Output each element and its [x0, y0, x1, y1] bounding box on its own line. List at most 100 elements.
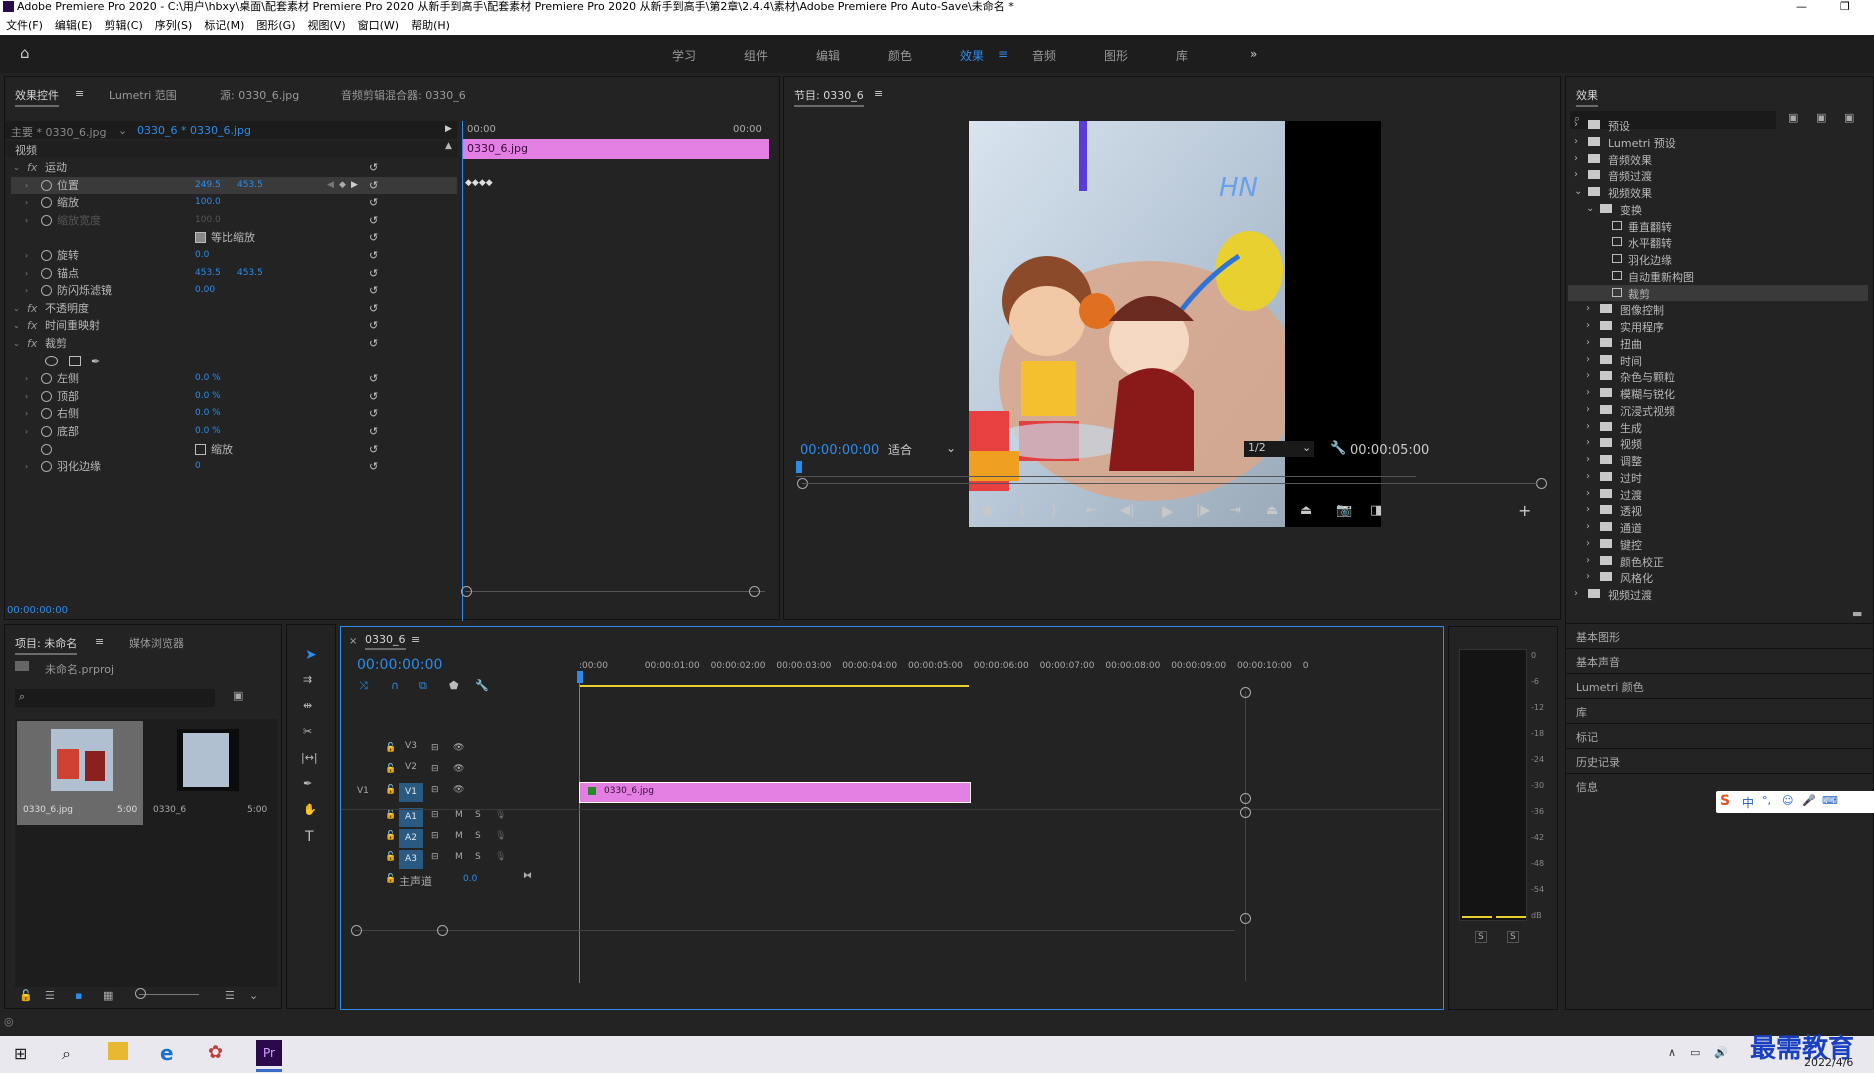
track-lock-icon[interactable]: 🔓	[385, 852, 396, 862]
extract-icon[interactable]: ⏏	[1300, 503, 1312, 518]
ec-row-5[interactable]: › 旋转 0.0 ↺	[11, 247, 457, 264]
stopwatch-icon[interactable]	[41, 197, 52, 209]
fx-icon[interactable]: fx	[27, 300, 37, 317]
project-sequence-card[interactable]: 0330_6 5:00	[147, 721, 273, 825]
effects-tree-item[interactable]: ⌄ 变换	[1568, 201, 1868, 217]
mute-button[interactable]: M	[455, 852, 463, 862]
menu-sequence[interactable]: 序列(S)	[149, 15, 199, 33]
chevron-right-icon[interactable]: ›	[1586, 370, 1590, 381]
ec-row-13[interactable]: › 顶部 0.0 % ↺	[11, 388, 457, 405]
effects-tree-item[interactable]: › Lumetri 预设	[1568, 134, 1868, 150]
effects-tree-item[interactable]: › 杂色与颗粒	[1568, 368, 1868, 384]
chevron-right-icon[interactable]: ›	[1574, 169, 1578, 180]
wrench-icon[interactable]: 🔧	[1330, 441, 1346, 456]
chevron-right-icon[interactable]: ›	[1586, 571, 1590, 582]
ec-row-1[interactable]: › 位置 249.5 453.5 ◀ ◆ ▶ ↺	[11, 176, 457, 194]
ime-punct-icon[interactable]: °,	[1762, 794, 1771, 807]
expand-chevron-icon[interactable]: ›	[25, 177, 28, 194]
panel-menu-icon[interactable]: ≡	[75, 87, 84, 100]
fit-dropdown[interactable]: 适合 ⌄	[888, 441, 958, 457]
effects-tree-item[interactable]: 水平翻转	[1568, 234, 1868, 250]
side-panel-0[interactable]: 基本图形	[1576, 629, 1620, 645]
track-lock-icon[interactable]: 🔓	[385, 810, 396, 820]
solo-button[interactable]: S	[475, 831, 481, 841]
timeline-vscroll-top-handle[interactable]	[1240, 687, 1251, 698]
effects-tree-item[interactable]: › 颜色校正	[1568, 553, 1868, 569]
next-keyframe-icon[interactable]: ▶	[351, 177, 358, 194]
windows-start-icon[interactable]: ⊞	[14, 1044, 27, 1063]
effects-tree-item[interactable]: › 实用程序	[1568, 318, 1868, 334]
workspace-color[interactable]: 颜色	[888, 47, 912, 64]
app-icon[interactable]: ✿	[208, 1042, 223, 1063]
project-item-card[interactable]: 0330_6.jpg 5:00	[17, 721, 143, 825]
expand-chevron-icon[interactable]: ⌄	[13, 335, 20, 352]
timeline-vscroll-mid-handle[interactable]	[1240, 793, 1251, 804]
eye-icon[interactable]: 👁	[453, 785, 464, 795]
eye-icon[interactable]: 👁	[453, 764, 464, 774]
go-to-in-icon[interactable]: ⇤	[1086, 503, 1097, 518]
property-value[interactable]: 100.0	[195, 194, 221, 211]
program-monitor-tab[interactable]: 节目: 0330_6	[794, 87, 864, 107]
workspace-menu-icon[interactable]: ≡	[998, 47, 1008, 61]
effects-tree-item[interactable]: › 图像控制	[1568, 301, 1868, 317]
timeline-vscroll-bottom-handle[interactable]	[1240, 913, 1251, 924]
reset-icon[interactable]: ↺	[369, 458, 378, 475]
chevron-right-icon[interactable]: ›	[1586, 303, 1590, 314]
workspace-graphics[interactable]: 图形	[1104, 47, 1128, 64]
ime-voice-icon[interactable]: 🎤	[1802, 794, 1816, 807]
menu-help[interactable]: 帮助(H)	[405, 15, 456, 33]
track-target-v1[interactable]: V1	[399, 783, 423, 802]
effects-tree-item[interactable]: › 音频效果	[1568, 151, 1868, 167]
lift-icon[interactable]: ⏏	[1266, 503, 1278, 518]
effects-tree-item[interactable]: › 过渡	[1568, 486, 1868, 502]
linked-selection-icon[interactable]: ⧉	[419, 679, 427, 693]
chevron-right-icon[interactable]: ›	[1586, 555, 1590, 566]
stopwatch-icon[interactable]	[41, 267, 52, 279]
toggle-sync-lock-icon[interactable]: ⊟	[431, 810, 439, 820]
side-panel-6[interactable]: 信息	[1576, 779, 1598, 795]
program-scrollbar[interactable]	[802, 483, 1538, 484]
reset-icon[interactable]: ↺	[369, 159, 378, 176]
panel-menu-icon[interactable]: ≡	[411, 633, 420, 646]
ellipse-mask-icon[interactable]	[45, 355, 58, 366]
step-forward-icon[interactable]: |▶	[1196, 503, 1210, 518]
timeline-hscroll-right-handle[interactable]	[437, 925, 448, 936]
tab-source[interactable]: 源: 0330_6.jpg	[220, 87, 299, 103]
close-tab-icon[interactable]: ×	[349, 636, 357, 647]
ec-clip-bar[interactable]: 0330_6.jpg	[463, 139, 769, 159]
timeline-clip[interactable]: 0330_6.jpg	[579, 782, 971, 803]
export-frame-icon[interactable]: 📷	[1336, 503, 1352, 518]
property-value-2[interactable]: 453.5	[237, 177, 263, 194]
play-triangle-icon[interactable]: ▶	[445, 124, 452, 134]
stopwatch-icon[interactable]	[41, 426, 52, 437]
track-lock-icon[interactable]: 🔓	[385, 831, 396, 841]
hand-tool-icon[interactable]: ✋	[303, 803, 317, 816]
menu-edit[interactable]: 编辑(E)	[49, 15, 99, 33]
chevron-right-icon[interactable]: ›	[1574, 588, 1578, 599]
property-value[interactable]: 0.0 %	[195, 388, 221, 405]
tab-project[interactable]: 项目: 未命名	[15, 635, 78, 655]
program-timecode[interactable]: 00:00:00:00	[800, 443, 879, 458]
menu-clip[interactable]: 剪辑(C)	[98, 15, 148, 33]
reset-icon[interactable]: ↺	[369, 441, 378, 458]
ime-emoji-icon[interactable]: ☺	[1782, 794, 1793, 807]
expand-chevron-icon[interactable]: ›	[25, 405, 28, 422]
ec-row-9[interactable]: ⌄ fx 时间重映射 ↺	[11, 317, 457, 334]
track-lock-icon[interactable]: 🔓	[385, 874, 396, 884]
play-icon[interactable]: ▶	[1162, 502, 1174, 520]
reset-icon[interactable]: ↺	[369, 247, 378, 264]
effects-tree-item[interactable]: › 视频	[1568, 435, 1868, 451]
go-to-end-icon[interactable]: ⧓	[523, 871, 532, 881]
insert-nest-icon[interactable]: ⤨	[359, 679, 368, 693]
panel-menu-icon[interactable]: ≡	[874, 87, 883, 100]
timeline-hscroll-left-handle[interactable]	[351, 925, 362, 936]
ec-playhead[interactable]	[462, 121, 463, 621]
ec-scroll-right-handle[interactable]	[749, 586, 760, 597]
reset-icon[interactable]: ↺	[369, 335, 378, 352]
menu-view[interactable]: 视图(V)	[302, 15, 352, 33]
rectangle-mask-icon[interactable]	[69, 355, 81, 366]
reset-icon[interactable]: ↺	[369, 405, 378, 422]
source-patch-label[interactable]: V1	[357, 786, 369, 796]
snap-icon[interactable]: ∩	[391, 679, 399, 692]
reset-icon[interactable]: ↺	[369, 282, 378, 299]
